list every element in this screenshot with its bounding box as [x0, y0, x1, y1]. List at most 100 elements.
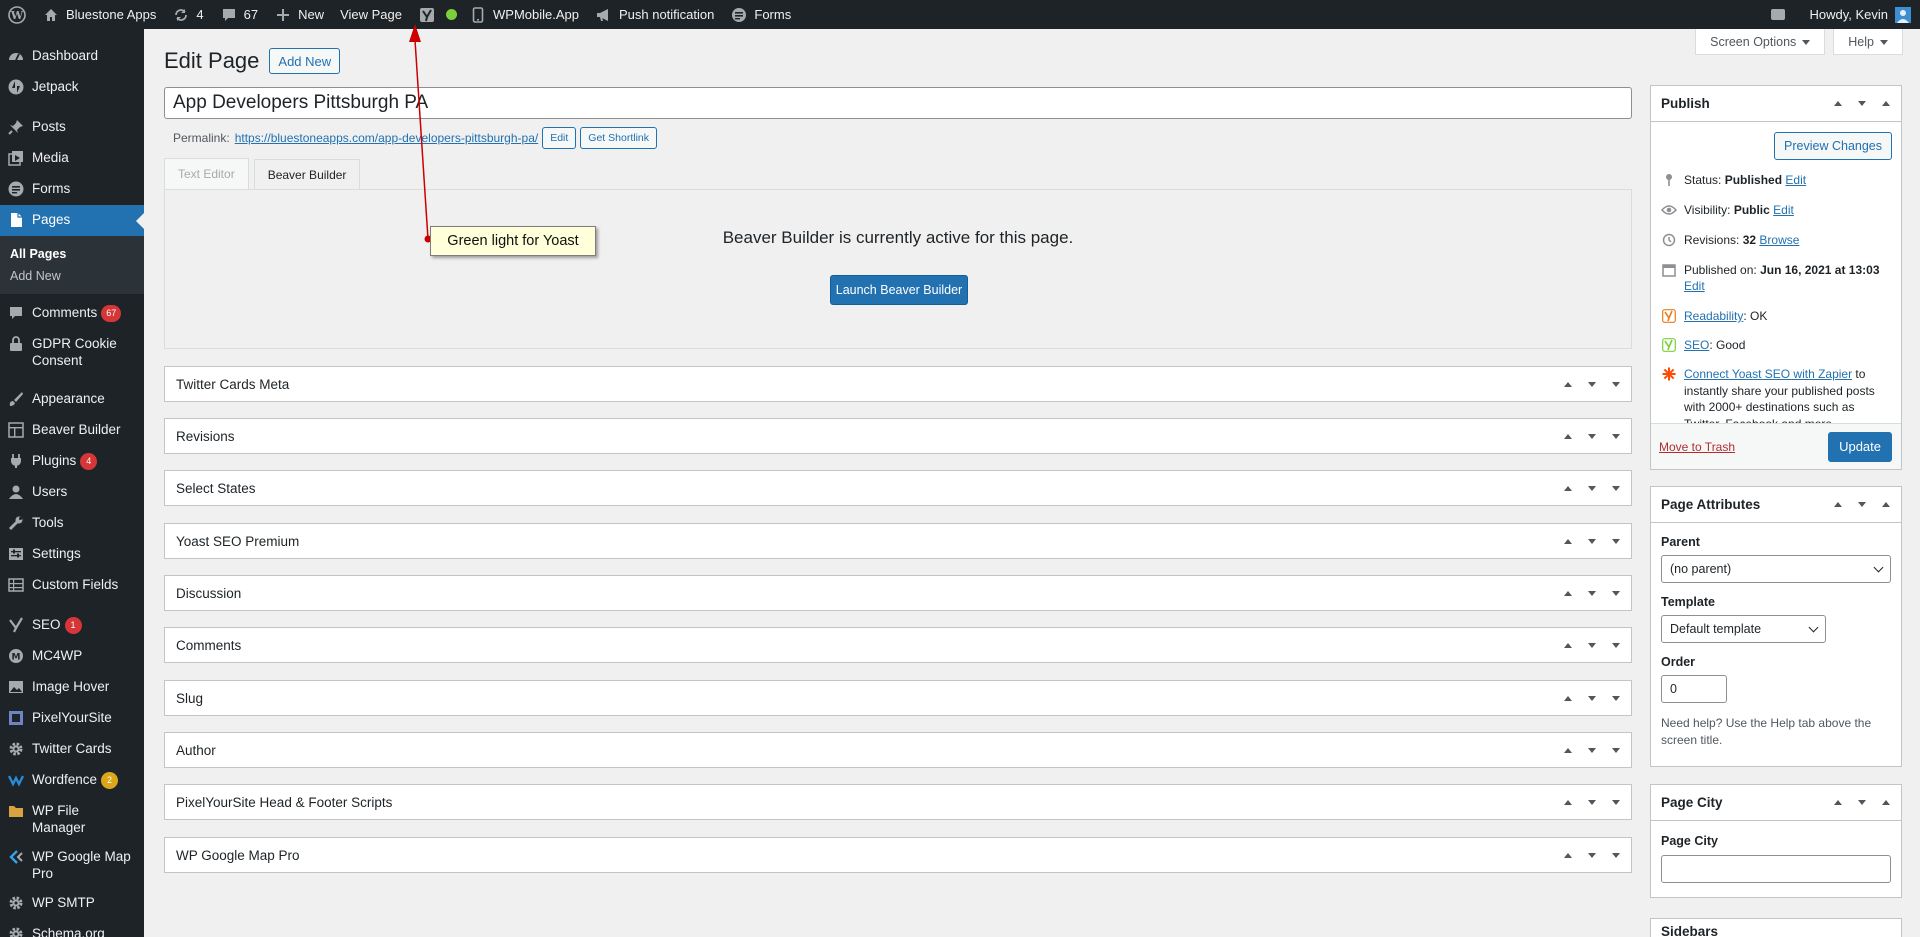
- yoast-menu[interactable]: [410, 0, 461, 29]
- move-down-icon[interactable]: [1585, 795, 1599, 809]
- sidebar-item-forms[interactable]: Forms: [0, 174, 144, 205]
- move-up-icon[interactable]: [1561, 691, 1575, 705]
- updates-link[interactable]: 4: [164, 0, 211, 29]
- screen-options-button[interactable]: Screen Options: [1695, 29, 1826, 55]
- metabox-discussion[interactable]: Discussion: [164, 575, 1632, 611]
- preview-changes-button[interactable]: Preview Changes: [1774, 132, 1892, 160]
- post-title-input[interactable]: App Developers Pittsburgh PA: [164, 87, 1632, 119]
- sidebar-item-jetpack[interactable]: Jetpack: [0, 72, 144, 103]
- order-input[interactable]: 0: [1661, 675, 1727, 703]
- move-up-icon[interactable]: [1831, 497, 1845, 511]
- status-edit-link[interactable]: Edit: [1785, 173, 1806, 187]
- move-up-icon[interactable]: [1831, 96, 1845, 110]
- push-notification-link[interactable]: Push notification: [587, 0, 722, 29]
- tab-text-editor[interactable]: Text Editor: [164, 158, 249, 189]
- sidebar-item-pages[interactable]: Pages: [0, 205, 144, 236]
- move-up-icon[interactable]: [1561, 586, 1575, 600]
- move-down-icon[interactable]: [1585, 691, 1599, 705]
- sidebar-item-dashboard[interactable]: Dashboard: [0, 41, 144, 72]
- move-to-trash-link[interactable]: Move to Trash: [1659, 440, 1735, 454]
- toggle-panel-icon[interactable]: [1609, 795, 1623, 809]
- metabox-author[interactable]: Author: [164, 732, 1632, 768]
- sidebar-item-comments[interactable]: Comments 67: [0, 298, 144, 329]
- move-up-icon[interactable]: [1561, 534, 1575, 548]
- metabox-comments[interactable]: Comments: [164, 627, 1632, 663]
- sidebar-item-tools[interactable]: Tools: [0, 508, 144, 539]
- move-up-icon[interactable]: [1561, 795, 1575, 809]
- page-attributes-header[interactable]: Page Attributes: [1651, 487, 1901, 523]
- page-city-header[interactable]: Page City: [1651, 785, 1901, 821]
- sidebar-item-pixelyoursite[interactable]: PixelYourSite: [0, 703, 144, 734]
- sidebar-item-media[interactable]: Media: [0, 143, 144, 174]
- permalink-url[interactable]: https://bluestoneapps.com/app-developers…: [235, 131, 539, 145]
- sidebar-item-posts[interactable]: Posts: [0, 112, 144, 143]
- sidebars-title[interactable]: Sidebars: [1651, 919, 1901, 937]
- metabox-slug[interactable]: Slug: [164, 680, 1632, 716]
- sidebar-item-gdpr[interactable]: GDPR Cookie Consent: [0, 329, 144, 375]
- collapse-icon[interactable]: [1879, 96, 1893, 110]
- wordpress-logo[interactable]: W: [0, 0, 34, 29]
- get-shortlink-button[interactable]: Get Shortlink: [580, 127, 657, 149]
- move-down-icon[interactable]: [1855, 497, 1869, 511]
- sidebar-item-wordfence[interactable]: Wordfence 2: [0, 765, 144, 796]
- sidebar-item-custom-fields[interactable]: Custom Fields: [0, 570, 144, 601]
- published-edit-link[interactable]: Edit: [1684, 279, 1705, 293]
- notifications-link[interactable]: [1761, 0, 1801, 29]
- collapse-icon[interactable]: [1879, 497, 1893, 511]
- metabox-select-states[interactable]: Select States: [164, 470, 1632, 506]
- sidebar-item-appearance[interactable]: Appearance: [0, 384, 144, 415]
- sidebar-item-beaver-builder[interactable]: Beaver Builder: [0, 415, 144, 446]
- toggle-panel-icon[interactable]: [1609, 691, 1623, 705]
- move-up-icon[interactable]: [1561, 481, 1575, 495]
- move-down-icon[interactable]: [1585, 534, 1599, 548]
- move-down-icon[interactable]: [1585, 638, 1599, 652]
- metabox-twitter-cards-meta[interactable]: Twitter Cards Meta: [164, 366, 1632, 402]
- metabox-pixelyoursite-scripts[interactable]: PixelYourSite Head & Footer Scripts: [164, 784, 1632, 820]
- zapier-link[interactable]: Connect Yoast SEO with Zapier: [1684, 367, 1852, 381]
- toggle-panel-icon[interactable]: [1609, 743, 1623, 757]
- move-down-icon[interactable]: [1855, 795, 1869, 809]
- update-button[interactable]: Update: [1828, 431, 1892, 462]
- page-city-input[interactable]: [1661, 855, 1891, 883]
- my-account-link[interactable]: Howdy, Kevin: [1801, 0, 1920, 29]
- sidebar-item-wp-google-map[interactable]: WP Google Map Pro: [0, 842, 144, 888]
- revisions-browse-link[interactable]: Browse: [1759, 233, 1799, 247]
- toggle-panel-icon[interactable]: [1609, 638, 1623, 652]
- sidebar-item-schema[interactable]: Schema.org Settings: [0, 919, 144, 937]
- sidebar-item-twitter-cards[interactable]: Twitter Cards: [0, 734, 144, 765]
- move-down-icon[interactable]: [1855, 96, 1869, 110]
- sidebar-item-image-hover[interactable]: Image Hover: [0, 672, 144, 703]
- move-down-icon[interactable]: [1585, 429, 1599, 443]
- toggle-panel-icon[interactable]: [1609, 586, 1623, 600]
- move-down-icon[interactable]: [1585, 743, 1599, 757]
- move-up-icon[interactable]: [1831, 795, 1845, 809]
- toggle-panel-icon[interactable]: [1609, 848, 1623, 862]
- sidebar-item-seo[interactable]: SEO 1: [0, 610, 144, 641]
- forms-link[interactable]: Forms: [722, 0, 799, 29]
- publish-box-header[interactable]: Publish: [1651, 86, 1901, 122]
- add-new-button[interactable]: Add New: [269, 48, 341, 74]
- seo-link[interactable]: SEO: [1684, 338, 1709, 352]
- move-up-icon[interactable]: [1561, 429, 1575, 443]
- move-down-icon[interactable]: [1585, 481, 1599, 495]
- move-down-icon[interactable]: [1585, 848, 1599, 862]
- toggle-panel-icon[interactable]: [1609, 534, 1623, 548]
- comments-link[interactable]: 67: [212, 0, 266, 29]
- template-select[interactable]: Default template: [1661, 615, 1826, 643]
- sidebar-item-plugins[interactable]: Plugins 4: [0, 446, 144, 477]
- submenu-all-pages[interactable]: All Pages: [0, 243, 144, 265]
- toggle-panel-icon[interactable]: [1609, 377, 1623, 391]
- toggle-panel-icon[interactable]: [1609, 481, 1623, 495]
- sidebar-item-wp-file-manager[interactable]: WP File Manager: [0, 796, 144, 842]
- move-up-icon[interactable]: [1561, 377, 1575, 391]
- sidebar-item-users[interactable]: Users: [0, 477, 144, 508]
- edit-permalink-button[interactable]: Edit: [542, 127, 577, 149]
- new-content-link[interactable]: New: [266, 0, 332, 29]
- move-down-icon[interactable]: [1585, 586, 1599, 600]
- metabox-yoast-seo-premium[interactable]: Yoast SEO Premium: [164, 523, 1632, 559]
- move-down-icon[interactable]: [1585, 377, 1599, 391]
- site-name-link[interactable]: Bluestone Apps: [34, 0, 164, 29]
- parent-select[interactable]: (no parent): [1661, 555, 1891, 583]
- sidebar-item-settings[interactable]: Settings: [0, 539, 144, 570]
- toggle-panel-icon[interactable]: [1609, 429, 1623, 443]
